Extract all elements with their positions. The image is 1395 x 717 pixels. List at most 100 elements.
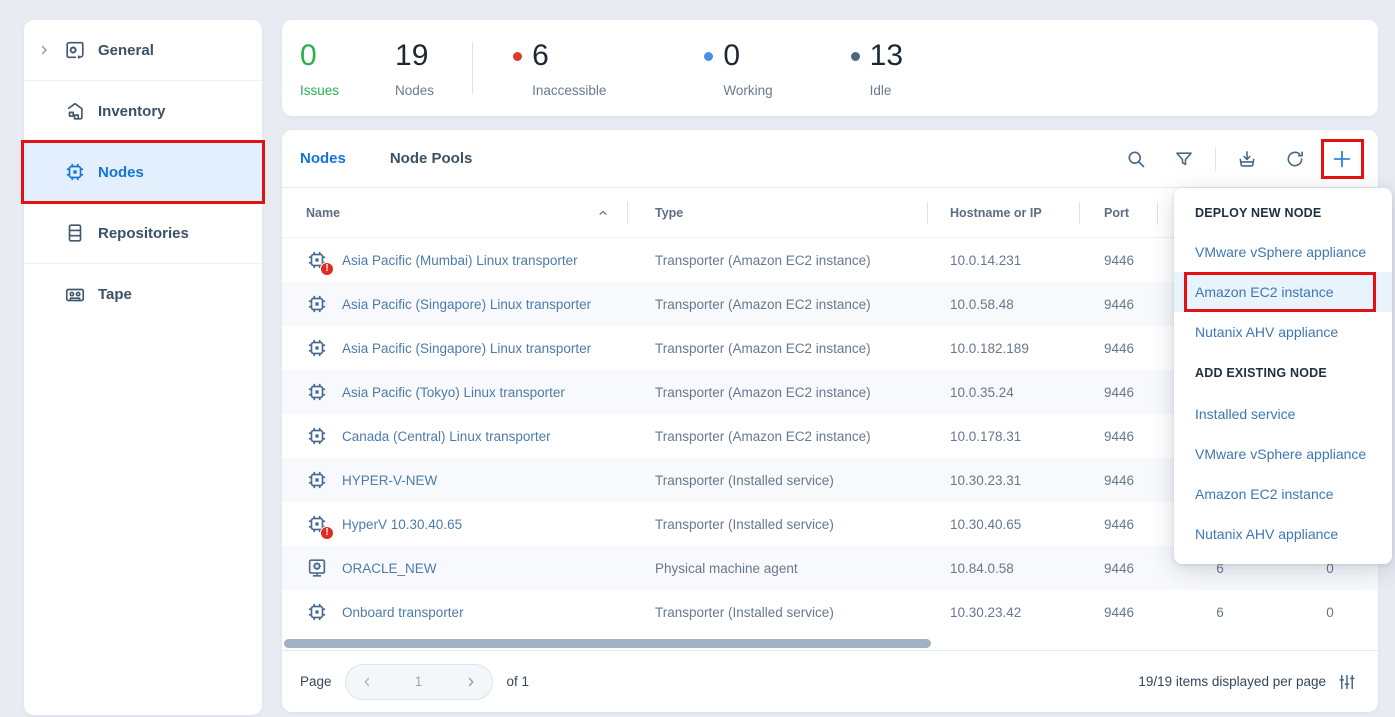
- horizontal-scrollbar[interactable]: [284, 639, 931, 648]
- sort-asc-icon[interactable]: [597, 207, 609, 219]
- node-hostname: 10.30.23.42: [928, 605, 1080, 620]
- issues-count: 0: [300, 41, 317, 71]
- inaccessible-count: 6: [532, 41, 549, 71]
- repositories-icon: [64, 222, 98, 244]
- pagination-control: 1: [345, 664, 493, 700]
- add-node-dropdown-menu: DEPLOY NEW NODE VMware vSphere appliance…: [1174, 188, 1392, 564]
- table-settings-sliders-icon[interactable]: [1338, 673, 1356, 691]
- sidebar-item-label: Nodes: [98, 164, 144, 181]
- node-hostname: 10.0.58.48: [928, 297, 1080, 312]
- chip-icon: [64, 161, 98, 183]
- toolbar-divider: [1215, 147, 1216, 171]
- node-port: 9446: [1080, 473, 1158, 488]
- menu-item-deploy-vmware-vsphere-appliance[interactable]: VMware vSphere appliance: [1174, 232, 1392, 272]
- menu-item-add-nutanix-ahv-appliance[interactable]: Nutanix AHV appliance: [1174, 514, 1392, 554]
- column-header-port[interactable]: Port: [1080, 202, 1158, 224]
- stat-nodes: 19 Nodes: [395, 38, 434, 98]
- sidebar-item-repositories[interactable]: Repositories: [24, 203, 262, 264]
- tabs-toolbar-row: Nodes Node Pools: [282, 130, 1378, 188]
- node-type: Transporter (Installed service): [628, 517, 928, 532]
- column-header-type[interactable]: Type: [628, 202, 928, 224]
- node-port: 9446: [1080, 561, 1158, 576]
- next-page-icon[interactable]: [464, 675, 478, 689]
- transporter-chip-icon: !: [306, 513, 328, 535]
- node-type: Transporter (Amazon EC2 instance): [628, 341, 928, 356]
- node-name-link[interactable]: Asia Pacific (Tokyo) Linux transporter: [342, 385, 565, 400]
- sidebar-item-label: General: [98, 42, 154, 59]
- node-type: Transporter (Installed service): [628, 473, 928, 488]
- refresh-icon[interactable]: [1278, 142, 1312, 176]
- page-label: Page: [300, 674, 332, 689]
- node-name-link[interactable]: Canada (Central) Linux transporter: [342, 429, 551, 444]
- tab-node-pools[interactable]: Node Pools: [390, 150, 473, 167]
- stat-working: 0 Working: [704, 38, 772, 98]
- menu-item-add-vmware-vsphere-appliance[interactable]: VMware vSphere appliance: [1174, 434, 1392, 474]
- export-icon[interactable]: [1230, 142, 1264, 176]
- node-name-link[interactable]: HYPER-V-NEW: [342, 473, 437, 488]
- node-port: 9446: [1080, 341, 1158, 356]
- node-name-link[interactable]: Asia Pacific (Singapore) Linux transport…: [342, 341, 591, 356]
- node-name-link[interactable]: HyperV 10.30.40.65: [342, 517, 462, 532]
- inaccessible-dot-icon: [513, 52, 522, 61]
- stat-inaccessible: 6 Inaccessible: [513, 38, 606, 98]
- transporter-chip-icon: [306, 293, 328, 315]
- column-header-hostname[interactable]: Hostname or IP: [928, 202, 1080, 224]
- physical-machine-icon: [306, 557, 328, 579]
- node-port: 9446: [1080, 517, 1158, 532]
- previous-page-icon[interactable]: [360, 675, 374, 689]
- node-type: Transporter (Amazon EC2 instance): [628, 253, 928, 268]
- add-node-button[interactable]: [1322, 142, 1362, 176]
- menu-section-add-existing-node: ADD EXISTING NODE: [1174, 352, 1392, 394]
- inaccessible-label: Inaccessible: [532, 83, 606, 98]
- table-row[interactable]: Onboard transporter Transporter (Installe…: [282, 590, 1378, 634]
- nodes-summary-bar: 0 Issues 19 Nodes 6 Inaccessible 0 Worki…: [282, 20, 1378, 116]
- sidebar-item-label: Tape: [98, 286, 132, 303]
- menu-item-add-installed-service[interactable]: Installed service: [1174, 394, 1392, 434]
- tab-nodes[interactable]: Nodes: [300, 150, 346, 167]
- node-hostname: 10.0.182.189: [928, 341, 1080, 356]
- error-badge-icon: !: [320, 526, 334, 540]
- column-header-name[interactable]: Name: [282, 202, 628, 224]
- search-icon[interactable]: [1119, 142, 1153, 176]
- node-port: 9446: [1080, 429, 1158, 444]
- filter-icon[interactable]: [1167, 142, 1201, 176]
- menu-item-deploy-nutanix-ahv-appliance[interactable]: Nutanix AHV appliance: [1174, 312, 1392, 352]
- items-per-page-summary: 19/19 items displayed per page: [1138, 674, 1326, 689]
- node-name-link[interactable]: Asia Pacific (Mumbai) Linux transporter: [342, 253, 578, 268]
- node-type: Transporter (Amazon EC2 instance): [628, 385, 928, 400]
- sidebar-item-inventory[interactable]: Inventory: [24, 81, 262, 142]
- menu-item-add-amazon-ec2-instance[interactable]: Amazon EC2 instance: [1174, 474, 1392, 514]
- current-page-value[interactable]: 1: [415, 674, 423, 689]
- node-hostname: 10.0.14.231: [928, 253, 1080, 268]
- settings-sidebar: General Inventory Nodes Repositor: [24, 20, 262, 715]
- sidebar-item-general[interactable]: General: [24, 20, 262, 81]
- node-type: Transporter (Amazon EC2 instance): [628, 429, 928, 444]
- node-port: 9446: [1080, 385, 1158, 400]
- menu-item-deploy-amazon-ec2-instance[interactable]: Amazon EC2 instance: [1174, 272, 1392, 312]
- node-name-link[interactable]: ORACLE_NEW: [342, 561, 437, 576]
- table-footer: Page 1 of 1 19/19 items displayed per pa…: [282, 650, 1378, 712]
- sidebar-item-tape[interactable]: Tape: [24, 264, 262, 325]
- transporter-chip-icon: [306, 381, 328, 403]
- stats-divider: [472, 42, 473, 94]
- node-name-link[interactable]: Asia Pacific (Singapore) Linux transport…: [342, 297, 591, 312]
- sidebar-item-label: Repositories: [98, 225, 189, 242]
- node-type: Transporter (Installed service): [628, 605, 928, 620]
- transporter-chip-icon: [306, 469, 328, 491]
- idle-dot-icon: [851, 52, 860, 61]
- node-name-link[interactable]: Onboard transporter: [342, 605, 464, 620]
- sidebar-item-nodes[interactable]: Nodes: [24, 142, 262, 203]
- nodes-label: Nodes: [395, 83, 434, 98]
- working-count: 0: [723, 41, 740, 71]
- node-hostname: 10.0.35.24: [928, 385, 1080, 400]
- transporter-chip-icon: !: [306, 249, 328, 271]
- idle-label: Idle: [870, 83, 903, 98]
- node-port: 9446: [1080, 297, 1158, 312]
- working-dot-icon: [704, 52, 713, 61]
- transporter-chip-icon: [306, 425, 328, 447]
- stat-issues: 0 Issues: [300, 38, 339, 98]
- node-hostname: 10.30.23.31: [928, 473, 1080, 488]
- chevron-right-icon[interactable]: [38, 44, 64, 56]
- menu-section-deploy-new-node: DEPLOY NEW NODE: [1174, 194, 1392, 232]
- page-of-label: of 1: [507, 674, 530, 689]
